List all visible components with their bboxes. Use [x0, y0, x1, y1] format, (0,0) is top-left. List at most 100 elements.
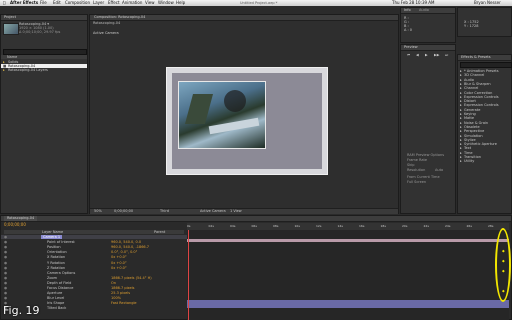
layer-property-name[interactable]: Z Rotation — [47, 266, 65, 270]
comp-breadcrumb[interactable]: Rotoscoping-04 — [93, 21, 120, 25]
layer-row[interactable]: ● Aperture 25.3 pixels — [1, 291, 187, 295]
layer-property-value[interactable]: 0x +0.0° — [111, 266, 127, 270]
column-name[interactable]: Name — [7, 55, 17, 59]
layer-property-value[interactable]: 0.0°, 0.0°, 0.0° — [111, 250, 137, 254]
resolution-select[interactable]: Third — [160, 209, 169, 213]
layer-property-value[interactable]: 25.3 pixels — [111, 291, 130, 295]
app-menu[interactable]: After Effects — [10, 0, 38, 6]
layer-property-name[interactable]: Aperture — [47, 291, 62, 295]
layer-row[interactable]: ● Depth of Field On — [1, 281, 187, 285]
visibility-icon[interactable]: ● — [4, 266, 7, 270]
layer-property-name[interactable]: Camera Options — [47, 271, 75, 275]
user-name[interactable]: Bryan Nesser — [474, 0, 501, 6]
views-select[interactable]: 1 View — [230, 209, 242, 213]
layer-row[interactable]: ● Position 960.0, 540.0, -1866.7 — [1, 245, 187, 249]
visibility-icon[interactable]: ● — [4, 240, 7, 244]
layer-property-value[interactable]: On — [111, 281, 116, 285]
menu-composition[interactable]: Composition — [65, 0, 90, 6]
parent-header[interactable]: Parent — [154, 230, 165, 234]
layer-property-value[interactable]: 960.0, 540.0, 0.0 — [111, 240, 141, 244]
current-time-indicator[interactable] — [188, 230, 189, 320]
list-item[interactable]: ▸ Rotoscoping-04 Layers — [1, 68, 87, 72]
tab-project[interactable]: Project — [4, 15, 16, 20]
menu-window[interactable]: Window — [158, 0, 174, 6]
layer-row[interactable]: ● Zoom 1866.7 pixels (54.4° H) — [1, 276, 187, 280]
next-frame-icon[interactable]: ▶▶ — [434, 53, 439, 57]
visibility-icon[interactable]: ● — [4, 261, 7, 265]
layer-row[interactable]: ● Camera 1 — [1, 235, 187, 239]
ram-preview-options[interactable]: RAM Preview Options — [407, 153, 444, 157]
layer-row[interactable]: ● Focus Distance 1866.7 pixels — [1, 286, 187, 290]
zoom-select[interactable]: 50% — [94, 209, 102, 213]
layer-name-header[interactable]: Layer Name — [42, 230, 63, 234]
layer-property-name[interactable]: Iris Shape — [47, 301, 64, 305]
layer-property-name[interactable]: X Rotation — [47, 255, 65, 259]
menu-edit[interactable]: Edit — [53, 0, 61, 6]
layer-property-name[interactable]: Orientation — [47, 250, 67, 254]
resolution-value[interactable]: Auto — [435, 168, 443, 172]
tab-info[interactable]: Info — [404, 8, 411, 13]
layer-duration-bar[interactable] — [187, 239, 509, 242]
first-frame-icon[interactable]: ⏮ — [407, 53, 410, 57]
effects-category[interactable]: ▸ Utility — [458, 159, 511, 163]
time-ruler[interactable]: 0s 02s 04s 06s 08s 10s 12s 14s 16s 18s 20s 22s 24s 26… — [187, 223, 509, 230]
view-select[interactable]: Active Camera — [200, 209, 226, 213]
layer-property-name[interactable]: Point of Interest — [47, 240, 75, 244]
tab-composition[interactable]: Composition: Rotoscoping-04 — [94, 15, 145, 20]
last-frame-icon[interactable]: ⏭ — [445, 53, 448, 57]
visibility-icon[interactable]: ● — [4, 255, 7, 259]
layer-property-name[interactable]: Depth of Field — [47, 281, 71, 285]
visibility-icon[interactable]: ● — [4, 276, 7, 280]
menu-effect[interactable]: Effect — [108, 0, 120, 6]
composition-panel: Composition: Rotoscoping-04 Rotoscoping-… — [89, 14, 399, 214]
menu-file[interactable]: File — [40, 0, 47, 6]
layer-property-name[interactable]: Blur Level — [47, 296, 64, 300]
menu-help[interactable]: Help — [176, 0, 185, 6]
tab-timeline[interactable]: Rotoscoping-04 — [4, 216, 38, 221]
layer-property-value[interactable]: 960.0, 540.0, -1866.7 — [111, 245, 149, 249]
timeline-timecode[interactable]: 0;00;00;00 — [4, 223, 26, 227]
visibility-icon[interactable]: ● — [4, 245, 7, 249]
layer-row[interactable]: ● Point of Interest 960.0, 540.0, 0.0 — [1, 240, 187, 244]
layer-property-name[interactable]: Tilted Back — [47, 306, 66, 310]
layer-property-value[interactable]: 1866.7 pixels — [111, 286, 134, 290]
visibility-icon[interactable]: ● — [4, 235, 7, 239]
visibility-icon[interactable]: ● — [4, 296, 7, 300]
visibility-icon[interactable]: ● — [4, 286, 7, 290]
play-icon[interactable]: ▶ — [425, 53, 428, 57]
layer-property-value[interactable]: 1866.7 pixels (54.4° H) — [111, 276, 152, 280]
from-current-time[interactable]: From Current Time — [407, 175, 440, 179]
layer-property-name[interactable]: Focus Distance — [47, 286, 73, 290]
disclosure-triangle-icon[interactable]: ▸ — [460, 159, 462, 163]
layer-property-value[interactable]: 0x +0.0° — [111, 255, 127, 259]
visibility-icon[interactable]: ● — [4, 250, 7, 254]
layer-row[interactable]: ● Blur Level 100% — [1, 296, 187, 300]
layer-property-value[interactable]: 0x +0.0° — [111, 261, 127, 265]
tab-audio[interactable]: Audio — [419, 8, 429, 13]
menu-view[interactable]: View — [145, 0, 155, 6]
visibility-icon[interactable]: ● — [4, 271, 7, 275]
menu-layer[interactable]: Layer — [93, 0, 104, 6]
layer-property-name[interactable]: Camera 1 — [41, 235, 63, 239]
apple-menu-icon[interactable]:  — [3, 0, 5, 6]
viewer-timecode[interactable]: 0;00;00;00 — [114, 209, 133, 213]
layer-property-value[interactable]: 100% — [111, 296, 121, 300]
layer-property-name[interactable]: Zoom — [47, 276, 57, 280]
layer-row[interactable]: ● Camera Options — [1, 271, 187, 275]
visibility-icon[interactable]: ● — [4, 291, 7, 295]
layer-row[interactable]: ● X Rotation 0x +0.0° — [1, 255, 187, 259]
layer-row[interactable]: ● Z Rotation 0x +0.0° — [1, 266, 187, 270]
layer-duration-bar[interactable] — [187, 300, 509, 308]
tab-preview[interactable]: Preview — [404, 45, 418, 50]
effects-search-input[interactable] — [460, 62, 512, 68]
layer-row[interactable]: ● Y Rotation 0x +0.0° — [1, 261, 187, 265]
layer-row[interactable]: ● Orientation 0.0°, 0.0°, 0.0° — [1, 250, 187, 254]
prev-frame-icon[interactable]: ◀ — [416, 53, 419, 57]
tab-effects[interactable]: Effects & Presets — [461, 55, 491, 60]
layer-property-value[interactable]: Fast Rectangle — [111, 301, 137, 305]
visibility-icon[interactable]: ● — [4, 281, 7, 285]
full-screen[interactable]: Full Screen — [407, 180, 426, 184]
layer-property-name[interactable]: Position — [47, 245, 61, 249]
layer-property-name[interactable]: Y Rotation — [47, 261, 65, 265]
menu-animation[interactable]: Animation — [122, 0, 142, 6]
